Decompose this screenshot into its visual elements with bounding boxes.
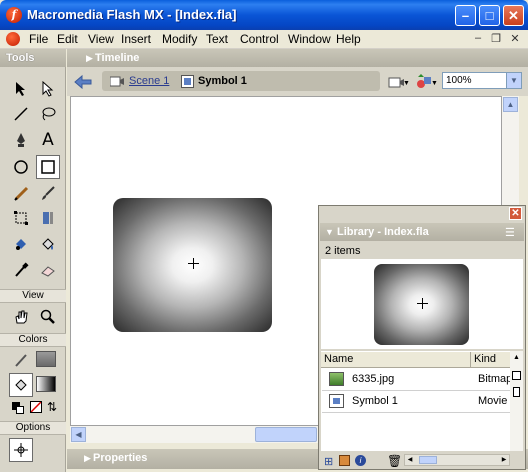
scroll-up-icon[interactable]: ▲ [503,97,518,112]
text-tool-icon[interactable]: A [36,128,60,152]
pen-tool-icon[interactable] [9,128,33,152]
fill-color-icon[interactable] [9,373,33,397]
scroll-up-icon[interactable]: ▲ [511,352,522,363]
scene-icon [109,75,124,87]
menu-control[interactable]: Control [240,32,279,46]
menu-window[interactable]: Window [288,32,331,46]
library-item-count: 2 items [325,245,361,257]
swap-colors-icon[interactable]: ⇅ [47,400,57,414]
back-arrow-icon[interactable] [74,74,92,90]
library-vertical-scrollbar[interactable]: ▲ [510,351,523,451]
no-color-icon[interactable] [30,401,42,413]
symbol-icon [181,75,194,88]
fill-color-swatch[interactable] [36,376,56,392]
flash-app-icon[interactable]: f [6,7,22,23]
options-section-label: Options [0,421,66,435]
library-row[interactable]: Symbol 1 Movie [322,391,512,413]
stroke-color-icon[interactable] [9,348,33,372]
scroll-left-icon[interactable]: ◀ [405,455,415,465]
movieclip-icon [329,394,344,408]
default-colors-icon[interactable] [12,402,24,414]
pencil-tool-icon[interactable] [9,181,33,205]
brush-tool-icon[interactable] [36,181,60,205]
window-title: Macromedia Flash MX - [Index.fla] [27,7,237,22]
menu-modify[interactable]: Modify [162,32,197,46]
oval-tool-icon[interactable] [9,155,33,179]
view-section-label: View [0,289,66,303]
free-transform-tool-icon[interactable] [9,206,33,230]
zoom-tool-icon[interactable] [36,305,60,329]
library-close-button[interactable]: ✕ [509,207,522,220]
hand-tool-icon[interactable] [9,305,33,329]
library-item-name: 6335.jpg [352,373,395,385]
scroll-left-icon[interactable]: ◀ [71,427,86,442]
line-tool-icon[interactable] [9,102,33,126]
stage-horizontal-scrollbar[interactable]: ◀ [70,426,320,443]
narrow-view-icon[interactable] [513,387,520,397]
menu-insert[interactable]: Insert [121,32,151,46]
stroke-color-swatch[interactable] [36,351,56,367]
doc-close-icon[interactable]: ✕ [507,32,523,45]
menu-edit[interactable]: Edit [57,32,78,46]
library-horizontal-scrollbar[interactable]: ◀ ▶ [404,454,510,466]
symbol-breadcrumb: Symbol 1 [198,75,247,87]
tools-title: Tools [6,52,35,64]
library-collapse-icon[interactable]: ▼ [325,227,334,237]
new-folder-icon[interactable] [339,455,350,466]
registration-point-icon [188,258,199,269]
library-column-kind[interactable]: Kind [471,352,511,368]
subselect-tool-icon[interactable] [36,77,60,101]
arrow-tool-icon[interactable] [9,77,33,101]
eyedropper-tool-icon[interactable] [9,258,33,282]
timeline-title: Timeline [95,52,140,64]
library-column-name[interactable]: Name [321,352,471,368]
rectangle-tool-icon[interactable] [36,155,60,179]
maximize-button[interactable]: □ [479,5,500,26]
new-symbol-icon[interactable]: ⊞ [324,455,333,468]
scene-breadcrumb-link[interactable]: Scene 1 [129,75,169,87]
snap-magnet-icon[interactable] [9,438,33,462]
preview-registration-icon [417,298,428,309]
library-item-kind: Movie [478,395,508,407]
chevron-down-icon[interactable]: ▼ [506,73,521,88]
properties-icon[interactable]: i [355,455,366,466]
colors-section-label: Colors [0,333,66,347]
menu-help[interactable]: Help [336,32,361,46]
properties-expand-icon[interactable]: ▶ [84,453,91,464]
fill-transform-tool-icon[interactable] [36,206,60,230]
library-title: Library - Index.fla [337,226,429,238]
menu-file[interactable]: File [29,32,48,46]
minimize-button[interactable]: – [455,5,476,26]
doc-minimize-icon[interactable]: – [470,32,486,44]
document-icon[interactable] [6,32,20,46]
bitmap-icon [329,372,344,386]
ink-bottle-tool-icon[interactable] [9,232,33,256]
library-row[interactable]: 6335.jpg Bitmap [322,369,512,391]
menu-text[interactable]: Text [206,32,228,46]
edit-symbols-dropdown-icon[interactable]: ▼ [431,80,438,87]
close-button[interactable]: ✕ [503,5,524,26]
delete-trash-icon[interactable]: 🗑 [387,454,402,468]
eraser-tool-icon[interactable] [36,258,60,282]
timeline-expand-icon[interactable]: ▶ [86,53,93,64]
doc-restore-icon[interactable]: ❐ [488,32,504,45]
scroll-right-icon[interactable]: ▶ [499,455,509,465]
library-options-menu-icon[interactable]: ☰ [505,226,515,239]
menu-view[interactable]: View [88,32,114,46]
wide-view-icon[interactable] [512,371,521,380]
lasso-tool-icon[interactable] [36,102,60,126]
library-item-kind: Bitmap [478,373,512,385]
tools-header[interactable]: Tools [0,49,66,67]
scroll-thumb[interactable] [419,456,437,464]
library-item-name: Symbol 1 [352,395,398,407]
scroll-thumb[interactable] [255,427,317,442]
properties-title: Properties [93,452,148,464]
paint-bucket-tool-icon[interactable] [36,232,60,256]
edit-scene-dropdown-icon[interactable]: ▼ [403,80,410,87]
